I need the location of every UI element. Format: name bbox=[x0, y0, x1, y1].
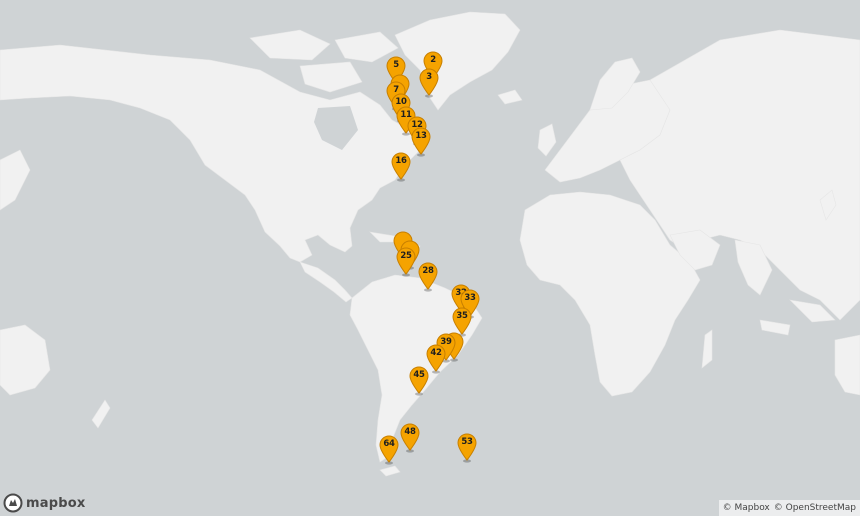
map-marker[interactable]: 3 bbox=[419, 68, 439, 98]
marker-label: 33 bbox=[464, 293, 476, 303]
map-marker[interactable]: 48 bbox=[400, 423, 420, 453]
marker-label: 2 bbox=[430, 55, 436, 65]
map-marker[interactable]: 16 bbox=[391, 152, 411, 182]
marker-label: 53 bbox=[461, 437, 473, 447]
marker-label: 16 bbox=[395, 156, 407, 166]
map-marker[interactable]: 13 bbox=[411, 127, 431, 157]
map-marker[interactable]: 42 bbox=[426, 344, 446, 374]
marker-label: 35 bbox=[456, 311, 468, 321]
map-marker[interactable]: 53 bbox=[457, 433, 477, 463]
map-marker[interactable]: 45 bbox=[409, 366, 429, 396]
marker-label: 3 bbox=[426, 72, 432, 82]
marker-label: 64 bbox=[383, 439, 395, 449]
marker-label: 48 bbox=[404, 427, 416, 437]
marker-label: 45 bbox=[413, 370, 425, 380]
marker-label: 42 bbox=[430, 348, 442, 358]
australia bbox=[834, 334, 860, 396]
mapbox-logo-text: mapbox bbox=[26, 495, 86, 511]
attribution-osm-link[interactable]: © OpenStreetMap bbox=[774, 500, 856, 516]
map-marker[interactable]: 25 bbox=[396, 247, 416, 277]
marker-label: 28 bbox=[422, 266, 434, 276]
map-marker[interactable]: 28 bbox=[418, 262, 438, 292]
map-attribution: © Mapbox © OpenStreetMap bbox=[718, 500, 860, 516]
marker-label: 5 bbox=[393, 60, 399, 70]
marker-label: 13 bbox=[415, 131, 427, 141]
map-marker[interactable]: 64 bbox=[379, 435, 399, 465]
mapbox-logo-icon bbox=[3, 493, 23, 513]
world-map[interactable]: 2 3 5 7 10 11 12 13 16 25 28 32 33 35 39… bbox=[0, 0, 860, 516]
mapbox-logo[interactable]: mapbox bbox=[3, 493, 85, 513]
central-america bbox=[299, 261, 353, 303]
attribution-mapbox-link[interactable]: © Mapbox bbox=[723, 500, 770, 516]
marker-label: 25 bbox=[400, 251, 412, 261]
